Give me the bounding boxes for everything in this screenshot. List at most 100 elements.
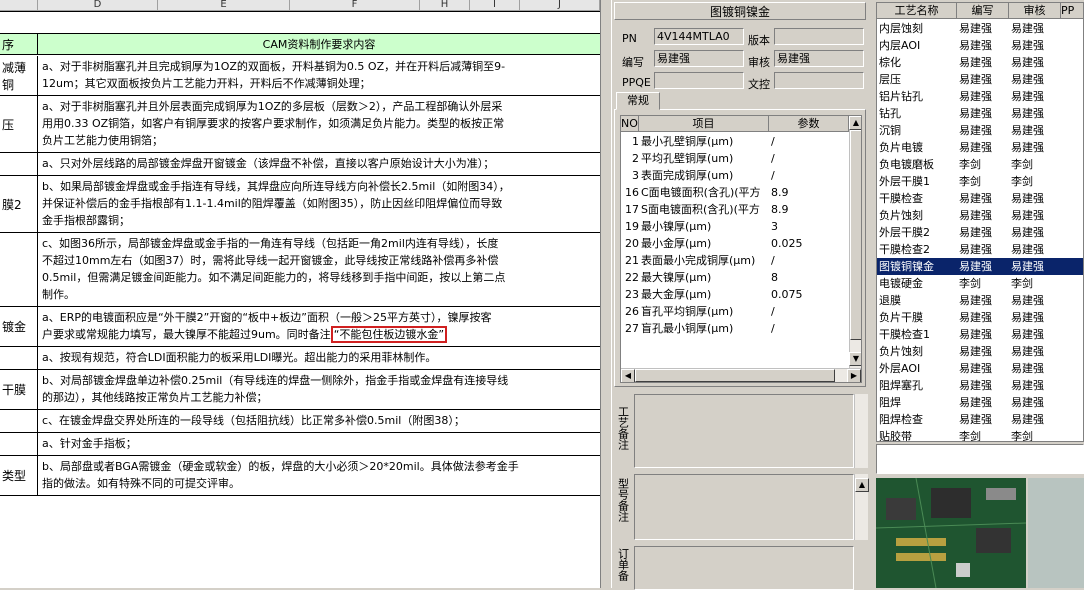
column-header-f[interactable]: F bbox=[290, 0, 420, 11]
process-row[interactable]: 干膜检查1 易建强 易建强 bbox=[877, 326, 1083, 343]
process-row[interactable]: 外层AOI 易建强 易建强 bbox=[877, 360, 1083, 377]
param-value[interactable]: 0.075 bbox=[771, 286, 847, 303]
sheet-row[interactable]: 镀金 a、ERP的电镀面积应是“外干膜2”开窗的“板中+板边”面积（一般＞25平方… bbox=[0, 307, 600, 347]
hscroll-thumb[interactable] bbox=[635, 369, 835, 382]
param-value[interactable]: / bbox=[771, 303, 847, 320]
process-pp-header[interactable]: PP bbox=[1061, 3, 1083, 19]
param-row[interactable]: 23 最大金厚(μm) 0.075 bbox=[621, 286, 849, 303]
spreadsheet-pane: D E F H I J 序 CAM资料制作要求内容 减薄铜 a、对于非树脂塞孔并且完成… bbox=[0, 0, 600, 588]
process-row[interactable]: 铝片钻孔 易建强 易建强 bbox=[877, 88, 1083, 105]
model-memo-box[interactable] bbox=[634, 474, 854, 540]
process-memo-box[interactable] bbox=[634, 394, 854, 468]
scroll-right-icon[interactable]: ▶ bbox=[847, 369, 861, 382]
sheet-row[interactable]: 膜2 b、如果局部镀金焊盘或金手指连有导线，其焊盘应向所连导线方向补偿长2.5mi… bbox=[0, 176, 600, 233]
param-value[interactable]: 8.9 bbox=[771, 184, 847, 201]
reviewer-field[interactable]: 易建强 bbox=[774, 50, 864, 67]
process-row[interactable]: 外层干膜2 易建强 易建强 bbox=[877, 224, 1083, 241]
process-row[interactable]: 退膜 易建强 易建强 bbox=[877, 292, 1083, 309]
sheet-row[interactable]: 干膜 b、对局部镀金焊盘单边补偿0.25mil（有导线连的焊盘一侧除外，指金手指或… bbox=[0, 370, 600, 410]
param-horizontal-scrollbar[interactable]: ◀ ▶ bbox=[621, 368, 861, 382]
scroll-down-icon[interactable]: ▼ bbox=[849, 352, 861, 366]
model-memo-scrollbar[interactable]: ▲ bbox=[854, 474, 869, 540]
param-row[interactable]: 21 表面最小完成铜厚(μm) / bbox=[621, 252, 849, 269]
process-row[interactable]: 负片蚀刻 易建强 易建强 bbox=[877, 343, 1083, 360]
param-value[interactable]: 8.9 bbox=[771, 201, 847, 218]
param-row[interactable]: 19 最小镍厚(μm) 3 bbox=[621, 218, 849, 235]
scroll-up-icon[interactable]: ▲ bbox=[849, 116, 861, 130]
column-header-h[interactable]: H bbox=[420, 0, 470, 11]
process-row[interactable]: 沉铜 易建强 易建强 bbox=[877, 122, 1083, 139]
param-value[interactable]: / bbox=[771, 252, 847, 269]
param-row[interactable]: 26 盲孔平均铜厚(μm) / bbox=[621, 303, 849, 320]
doc-control-field[interactable] bbox=[774, 72, 864, 89]
param-no: 19 bbox=[625, 220, 639, 233]
tab-general[interactable]: 常规 bbox=[616, 92, 660, 110]
process-row[interactable]: 图镀铜镍金 易建强 易建强 bbox=[877, 258, 1083, 275]
column-header-c[interactable] bbox=[0, 0, 38, 11]
param-value[interactable]: / bbox=[771, 133, 847, 150]
process-row[interactable]: 负片蚀刻 易建强 易建强 bbox=[877, 207, 1083, 224]
process-row[interactable]: 干膜检查 易建强 易建强 bbox=[877, 190, 1083, 207]
version-field[interactable] bbox=[774, 28, 864, 45]
model-memo-label: 型号备注 bbox=[616, 478, 630, 522]
scroll-thumb[interactable] bbox=[850, 130, 861, 340]
process-row[interactable]: 阻焊塞孔 易建强 易建强 bbox=[877, 377, 1083, 394]
sheet-row[interactable]: a、针对金手指板； bbox=[0, 433, 600, 456]
process-row[interactable]: 棕化 易建强 易建强 bbox=[877, 54, 1083, 71]
scroll-left-icon[interactable]: ◀ bbox=[621, 369, 635, 382]
param-row[interactable]: 22 最大镍厚(μm) 8 bbox=[621, 269, 849, 286]
sheet-row[interactable]: 类型 b、局部盘或者BGA需镀金（硬金或软金）的板，焊盘的大小必须＞20*20mi… bbox=[0, 456, 600, 496]
process-author-header[interactable]: 编写 bbox=[957, 3, 1009, 19]
col-item-header[interactable]: 项目 bbox=[639, 116, 769, 132]
process-reviewer-header[interactable]: 审核 bbox=[1009, 3, 1061, 19]
column-header-d[interactable]: D bbox=[38, 0, 158, 11]
process-search-input[interactable] bbox=[876, 444, 1084, 474]
process-row[interactable]: 层压 易建强 易建强 bbox=[877, 71, 1083, 88]
process-row[interactable]: 干膜检查2 易建强 易建强 bbox=[877, 241, 1083, 258]
process-name-header[interactable]: 工艺名称 bbox=[877, 3, 957, 19]
pn-field[interactable]: 4V144MTLA0 bbox=[654, 28, 744, 45]
sheet-row[interactable]: 减薄铜 a、对于非树脂塞孔并且完成铜厚为1OZ的双面板，开料基铜为0.5 OZ，并… bbox=[0, 56, 600, 96]
process-row[interactable]: 贴胶带 李剑 李剑 bbox=[877, 428, 1083, 441]
param-value[interactable]: / bbox=[771, 167, 847, 184]
pane-splitter[interactable] bbox=[600, 0, 612, 588]
param-row[interactable]: 2 平均孔壁铜厚(um) / bbox=[621, 150, 849, 167]
param-value[interactable]: 3 bbox=[771, 218, 847, 235]
sheet-row[interactable]: a、按现有规范，符合LDI面积能力的板采用LDI曝光。超出能力的采用菲林制作。 bbox=[0, 347, 600, 370]
column-header-i[interactable]: I bbox=[470, 0, 520, 11]
ppqe-field[interactable] bbox=[654, 72, 744, 89]
process-row[interactable]: 阻焊 易建强 易建强 bbox=[877, 394, 1083, 411]
process-row[interactable]: 电镀硬金 李剑 李剑 bbox=[877, 275, 1083, 292]
param-row[interactable]: 3 表面完成铜厚(um) / bbox=[621, 167, 849, 184]
model-memo-scroll-up-icon[interactable]: ▲ bbox=[855, 478, 869, 492]
sheet-row[interactable]: a、只对外层线路的局部镀金焊盘开窗镀金（该焊盘不补偿，直接以客户原始设计大小为准… bbox=[0, 153, 600, 176]
process-row[interactable]: 外层干膜1 李剑 李剑 bbox=[877, 173, 1083, 190]
process-row[interactable]: 负片电镀 易建强 易建强 bbox=[877, 139, 1083, 156]
process-row[interactable]: 钻孔 易建强 易建强 bbox=[877, 105, 1083, 122]
process-row[interactable]: 内层AOI 易建强 易建强 bbox=[877, 37, 1083, 54]
param-row[interactable]: 20 最小金厚(μm) 0.025 bbox=[621, 235, 849, 252]
param-value[interactable]: / bbox=[771, 320, 847, 337]
process-row[interactable]: 负电镀磨板 李剑 李剑 bbox=[877, 156, 1083, 173]
param-row[interactable]: 16 C面电镀面积(含孔)(平方 8.9 bbox=[621, 184, 849, 201]
process-row[interactable]: 内层蚀刻 易建强 易建强 bbox=[877, 20, 1083, 37]
process-row[interactable]: 负片干膜 易建强 易建强 bbox=[877, 309, 1083, 326]
process-memo-scrollbar[interactable] bbox=[854, 394, 868, 468]
sheet-row[interactable]: c、如图36所示，局部镀金焊盘或金手指的一角连有导线（包括距一角2mil内连有导… bbox=[0, 233, 600, 307]
col-no-header[interactable]: NO bbox=[621, 116, 639, 132]
process-row[interactable]: 阻焊检查 易建强 易建强 bbox=[877, 411, 1083, 428]
column-header-e[interactable]: E bbox=[158, 0, 290, 11]
param-value[interactable]: 8 bbox=[771, 269, 847, 286]
param-value[interactable]: 0.025 bbox=[771, 235, 847, 252]
param-vertical-scrollbar[interactable]: ▲ ▼ bbox=[849, 116, 861, 368]
param-value[interactable]: / bbox=[771, 150, 847, 167]
param-row[interactable]: 1 最小孔壁铜厚(μm) / bbox=[621, 133, 849, 150]
sheet-row[interactable]: c、在镀金焊盘交界处所连的一段导线（包括阻抗线）比正常多补偿0.5mil（附图3… bbox=[0, 410, 600, 433]
param-row[interactable]: 27 盲孔最小铜厚(μm) / bbox=[621, 320, 849, 337]
param-row[interactable]: 17 S面电镀面积(含孔)(平方 8.9 bbox=[621, 201, 849, 218]
sheet-row[interactable]: 压 a、对于非树脂塞孔并且外层表面完成铜厚为1OZ的多层板（层数＞2），产品工程部… bbox=[0, 96, 600, 153]
col-param-header[interactable]: 参数 bbox=[769, 116, 849, 132]
order-memo-box[interactable] bbox=[634, 546, 854, 590]
column-header-j[interactable]: J bbox=[520, 0, 600, 11]
author-field[interactable]: 易建强 bbox=[654, 50, 744, 67]
